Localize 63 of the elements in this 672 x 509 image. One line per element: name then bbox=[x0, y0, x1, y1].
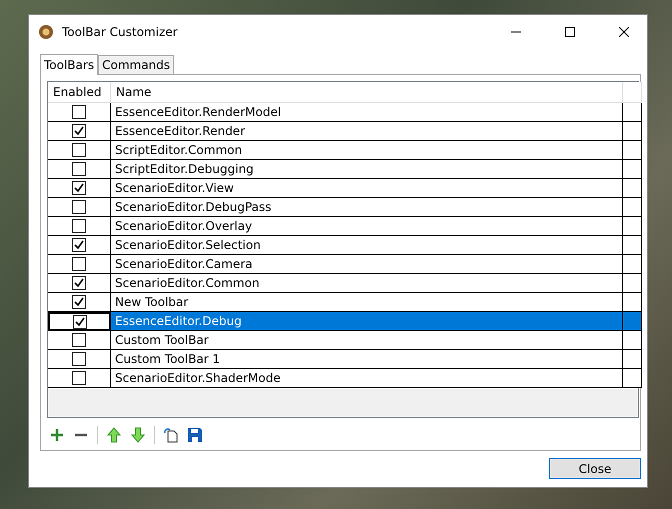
checkbox[interactable] bbox=[72, 105, 86, 119]
down-arrow-icon[interactable] bbox=[130, 427, 146, 443]
row-end-cell bbox=[623, 312, 642, 331]
row-end-cell bbox=[623, 369, 642, 388]
name-cell[interactable]: New Toolbar bbox=[111, 293, 623, 312]
row-end-cell bbox=[623, 160, 642, 179]
name-cell[interactable]: ScriptEditor.Common bbox=[111, 141, 623, 160]
checkbox[interactable] bbox=[72, 238, 86, 252]
checkbox[interactable] bbox=[72, 276, 86, 290]
row-end-cell bbox=[623, 179, 642, 198]
column-header[interactable]: Name bbox=[111, 82, 623, 103]
row-end-cell bbox=[623, 217, 642, 236]
name-cell[interactable]: Custom ToolBar 1 bbox=[111, 350, 623, 369]
name-cell[interactable]: EssenceEditor.Render bbox=[111, 122, 623, 141]
name-cell[interactable]: ScenarioEditor.ShaderMode bbox=[111, 369, 623, 388]
close-button[interactable]: Close bbox=[549, 458, 641, 479]
checkmark-icon bbox=[74, 240, 84, 250]
maximize-icon[interactable] bbox=[565, 26, 575, 36]
row-end-cell bbox=[623, 103, 642, 122]
name-cell[interactable]: ScenarioEditor.Selection bbox=[111, 236, 623, 255]
checkbox[interactable] bbox=[72, 162, 86, 176]
checkbox[interactable] bbox=[72, 295, 86, 309]
app-icon bbox=[38, 24, 54, 40]
checkbox[interactable] bbox=[72, 181, 86, 195]
checkbox[interactable] bbox=[72, 371, 86, 385]
row-end-cell bbox=[623, 122, 642, 141]
checkbox[interactable] bbox=[72, 200, 86, 214]
checkbox[interactable] bbox=[72, 333, 86, 347]
document-icon[interactable] bbox=[163, 427, 179, 443]
row-end-cell bbox=[623, 141, 642, 160]
row-end-cell bbox=[623, 293, 642, 312]
checkbox[interactable] bbox=[72, 352, 86, 366]
checkbox[interactable] bbox=[72, 257, 86, 271]
save-icon[interactable] bbox=[187, 427, 203, 443]
name-cell[interactable]: ScenarioEditor.Common bbox=[111, 274, 623, 293]
name-cell[interactable]: ScriptEditor.Debugging bbox=[111, 160, 623, 179]
column-header[interactable]: Enabled bbox=[48, 82, 111, 103]
checkbox[interactable] bbox=[72, 143, 86, 157]
name-cell[interactable]: ScenarioEditor.Overlay bbox=[111, 217, 623, 236]
tab[interactable]: ToolBars bbox=[40, 54, 98, 75]
name-cell[interactable]: ScenarioEditor.View bbox=[111, 179, 623, 198]
checkbox[interactable] bbox=[72, 314, 86, 328]
checkmark-icon bbox=[74, 183, 84, 193]
row-end-cell bbox=[623, 350, 642, 369]
name-cell[interactable]: ScenarioEditor.DebugPass bbox=[111, 198, 623, 217]
close-icon[interactable] bbox=[619, 26, 629, 36]
row-end-cell bbox=[623, 255, 642, 274]
row-end-cell bbox=[623, 236, 642, 255]
add-icon[interactable] bbox=[49, 427, 65, 443]
name-cell[interactable]: Custom ToolBar bbox=[111, 331, 623, 350]
row-end-cell bbox=[623, 331, 642, 350]
row-end-cell bbox=[623, 198, 642, 217]
tab[interactable]: Commands bbox=[98, 55, 174, 74]
name-cell[interactable]: ScenarioEditor.Camera bbox=[111, 255, 623, 274]
row-end-cell bbox=[623, 274, 642, 293]
name-cell[interactable]: EssenceEditor.RenderModel bbox=[111, 103, 623, 122]
column-header bbox=[623, 82, 642, 103]
checkmark-icon bbox=[74, 126, 84, 136]
up-arrow-icon[interactable] bbox=[106, 427, 122, 443]
checkbox[interactable] bbox=[72, 219, 86, 233]
name-cell[interactable]: EssenceEditor.Debug bbox=[111, 312, 623, 331]
checkbox[interactable] bbox=[72, 124, 86, 138]
window-title: ToolBar Customizer bbox=[62, 24, 179, 38]
